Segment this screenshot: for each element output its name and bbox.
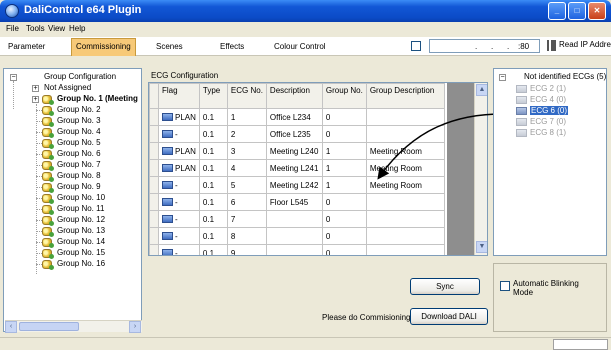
ecg-list-label: ECG 4 (0) xyxy=(530,95,567,104)
ecg-list-item[interactable]: ECG 2 (1) xyxy=(516,84,566,94)
ecg-list-label: ECG 7 (0) xyxy=(530,117,567,126)
auto-blinking-checkbox[interactable] xyxy=(500,281,510,291)
ecg-icon xyxy=(516,118,527,126)
ecg-list-label: ECG 6 (0) xyxy=(530,106,569,115)
status-field xyxy=(553,339,608,350)
ecg-icon xyxy=(516,85,527,93)
not-identified-title: Not identified ECGs (5) xyxy=(524,72,607,81)
ecg-list-item[interactable]: ECG 8 (1) xyxy=(516,128,566,138)
ecg-list-item[interactable]: ECG 4 (0) xyxy=(516,95,566,105)
ecg-icon xyxy=(516,96,527,104)
ecg-icon xyxy=(516,129,527,137)
ecg-list-item[interactable]: ECG 6 (0) xyxy=(516,106,569,116)
ecg-list-label: ECG 8 (1) xyxy=(530,128,567,137)
collapse-icon[interactable]: − xyxy=(499,74,506,81)
status-bar xyxy=(0,337,611,350)
blinking-panel: Automatic Blinking Mode xyxy=(493,263,607,332)
auto-blinking-label: Automatic Blinking Mode xyxy=(513,279,579,297)
ecg-icon xyxy=(516,107,527,115)
download-dali-button[interactable]: Download DALI xyxy=(410,308,488,325)
commissioning-hint: Please do Commisioning xyxy=(322,313,411,322)
ecg-list-item[interactable]: ECG 7 (0) xyxy=(516,117,566,127)
sync-button[interactable]: Sync xyxy=(410,278,480,295)
not-identified-panel: − Not identified ECGs (5) ECG 2 (1) ECG 4… xyxy=(493,68,607,256)
ecg-list-label: ECG 2 (1) xyxy=(530,84,567,93)
